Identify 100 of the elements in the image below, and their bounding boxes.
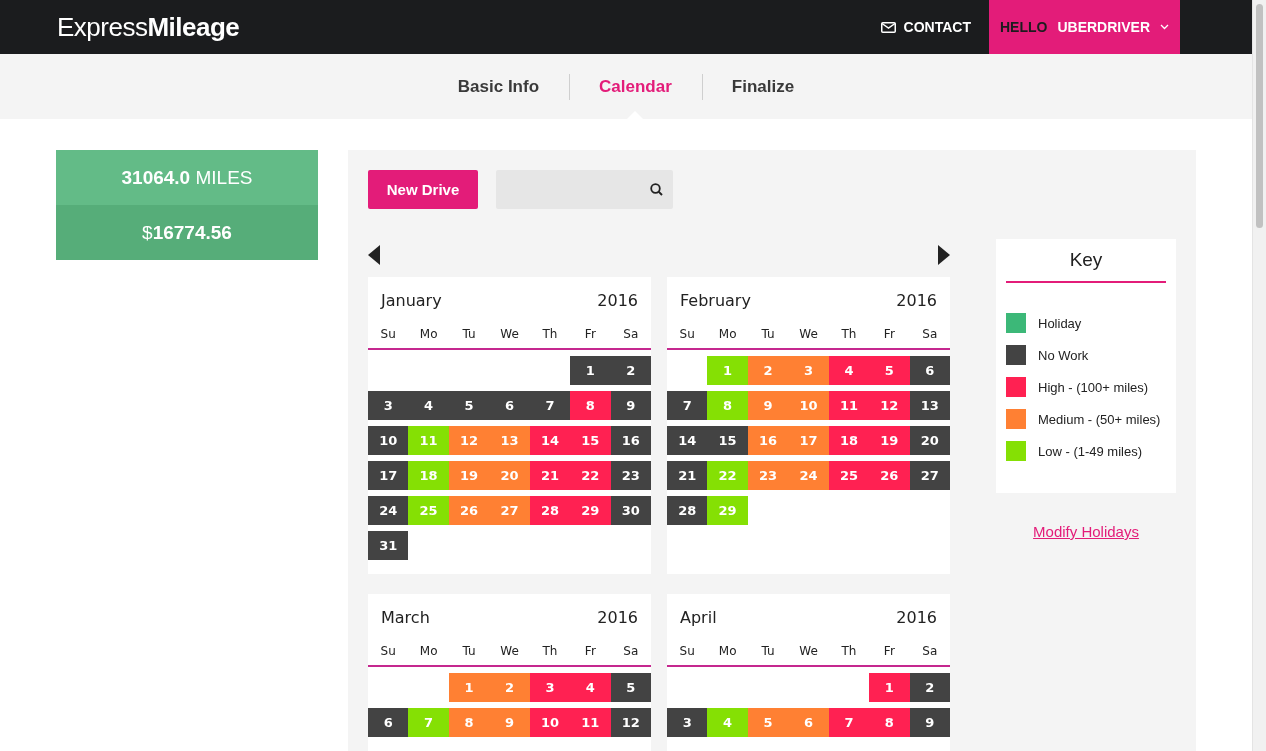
step-tab[interactable]: Basic Info — [457, 75, 540, 98]
day-cell[interactable]: 24 — [368, 496, 409, 525]
day-cell[interactable]: 6 — [788, 708, 829, 737]
weekday-label: Th — [541, 327, 559, 341]
day-cell[interactable]: 15 — [707, 426, 748, 455]
day-cell[interactable]: 17 — [368, 461, 409, 490]
day-cell[interactable]: 19 — [448, 461, 490, 490]
day-cell[interactable]: 26 — [869, 461, 910, 490]
weekday-label: We — [499, 644, 520, 658]
day-cell[interactable]: 6 — [489, 391, 530, 420]
day-cell[interactable]: 13 — [909, 391, 950, 420]
weekday-label: Fr — [882, 327, 896, 341]
day-cell[interactable]: 23 — [747, 461, 789, 490]
step-tab[interactable]: Calendar — [599, 75, 672, 98]
search-icon — [650, 183, 663, 196]
day-cell[interactable]: 28 — [529, 496, 571, 525]
day-cell[interactable]: 12 — [610, 708, 651, 737]
day-cell[interactable]: 10 — [788, 391, 829, 420]
day-cell[interactable]: 21 — [667, 461, 708, 490]
weekday-label: Sa — [622, 644, 640, 658]
day-cell[interactable]: 1 — [570, 356, 611, 385]
scrollbar[interactable] — [1252, 0, 1266, 751]
day-cell[interactable]: 4 — [570, 673, 611, 702]
day-cell[interactable]: 30 — [610, 496, 651, 525]
day-cell[interactable]: 14 — [667, 426, 708, 455]
previous-arrow-icon[interactable] — [368, 245, 380, 265]
user-menu-button[interactable]: HELLO UBERDRIVER — [989, 0, 1180, 54]
day-cell[interactable]: 8 — [869, 708, 910, 737]
day-cell[interactable]: 17 — [788, 426, 829, 455]
month-year: 2016 — [597, 608, 638, 629]
mail-icon — [880, 21, 896, 33]
day-cell[interactable]: 18 — [828, 426, 870, 455]
day-cell[interactable]: 5 — [869, 356, 910, 385]
day-cell[interactable]: 2 — [610, 356, 651, 385]
day-cell[interactable]: 27 — [909, 461, 950, 490]
day-cell[interactable]: 2 — [489, 673, 530, 702]
day-cell[interactable]: 6 — [909, 356, 950, 385]
day-cell[interactable]: 1 — [448, 673, 490, 702]
next-arrow-icon[interactable] — [938, 245, 950, 265]
day-cell[interactable]: 24 — [788, 461, 829, 490]
day-cell[interactable]: 20 — [489, 461, 530, 490]
amount-total: $16774.56 — [56, 205, 318, 260]
day-cell[interactable]: 14 — [529, 426, 571, 455]
day-cell[interactable]: 5 — [610, 673, 651, 702]
day-cell[interactable]: 2 — [747, 356, 789, 385]
search-field[interactable] — [496, 170, 673, 209]
day-cell[interactable]: 22 — [570, 461, 611, 490]
day-cell[interactable]: 12 — [448, 426, 490, 455]
day-cell[interactable]: 7 — [529, 391, 571, 420]
day-cell[interactable]: 10 — [368, 426, 409, 455]
day-cell[interactable]: 16 — [747, 426, 789, 455]
key-label: Medium - (50+ miles) — [1038, 411, 1161, 427]
day-cell[interactable]: 11 — [570, 708, 611, 737]
day-cell[interactable]: 7 — [828, 708, 870, 737]
day-cell[interactable]: 3 — [529, 673, 571, 702]
day-cell[interactable]: 4 — [408, 391, 449, 420]
day-cell[interactable]: 27 — [489, 496, 530, 525]
day-cell[interactable]: 26 — [448, 496, 490, 525]
day-cell[interactable]: 1 — [869, 673, 910, 702]
weekday-label: We — [499, 327, 520, 341]
weekday-label: Mo — [717, 327, 738, 341]
step-tab[interactable]: Finalize — [731, 75, 795, 98]
weekday-label: Mo — [717, 644, 738, 658]
day-cell[interactable]: 11 — [828, 391, 870, 420]
month-name: April — [680, 608, 717, 629]
day-cell[interactable]: 13 — [489, 426, 530, 455]
day-cell[interactable]: 5 — [747, 708, 789, 737]
day-cell[interactable]: 21 — [529, 461, 571, 490]
day-cell[interactable]: 20 — [909, 426, 950, 455]
logo[interactable]: ExpressMileage — [57, 11, 240, 43]
day-cell[interactable]: 4 — [828, 356, 870, 385]
new-drive-button[interactable]: New Drive — [368, 170, 478, 209]
weekday-label: Fr — [583, 327, 597, 341]
day-cell[interactable]: 15 — [570, 426, 611, 455]
weekday-label: Su — [678, 327, 696, 341]
day-cell[interactable]: 31 — [368, 531, 409, 560]
day-cell[interactable]: 9 — [610, 391, 651, 420]
day-cell[interactable]: 25 — [828, 461, 870, 490]
weekday-label: Su — [379, 644, 397, 658]
contact-link[interactable]: CONTACT — [880, 19, 971, 35]
day-cell[interactable]: 16 — [610, 426, 651, 455]
day-cell[interactable]: 9 — [747, 391, 789, 420]
day-cell[interactable]: 3 — [788, 356, 829, 385]
day-cell[interactable]: 9 — [489, 708, 530, 737]
day-cell[interactable]: 28 — [667, 496, 708, 525]
day-cell[interactable]: 6 — [368, 708, 409, 737]
day-cell[interactable]: 5 — [448, 391, 490, 420]
day-cell[interactable]: 2 — [909, 673, 950, 702]
modify-holidays-link[interactable]: Modify Holidays — [1033, 523, 1139, 540]
day-cell[interactable]: 23 — [610, 461, 651, 490]
day-cell[interactable]: 19 — [869, 426, 910, 455]
day-cell[interactable]: 9 — [909, 708, 950, 737]
day-cell[interactable]: 3 — [667, 708, 708, 737]
day-cell[interactable]: 8 — [448, 708, 490, 737]
day-cell[interactable]: 7 — [667, 391, 708, 420]
day-cell[interactable]: 10 — [529, 708, 571, 737]
day-cell[interactable]: 12 — [869, 391, 910, 420]
day-cell[interactable]: 3 — [368, 391, 409, 420]
day-cell[interactable]: 8 — [570, 391, 611, 420]
day-cell[interactable]: 29 — [570, 496, 611, 525]
